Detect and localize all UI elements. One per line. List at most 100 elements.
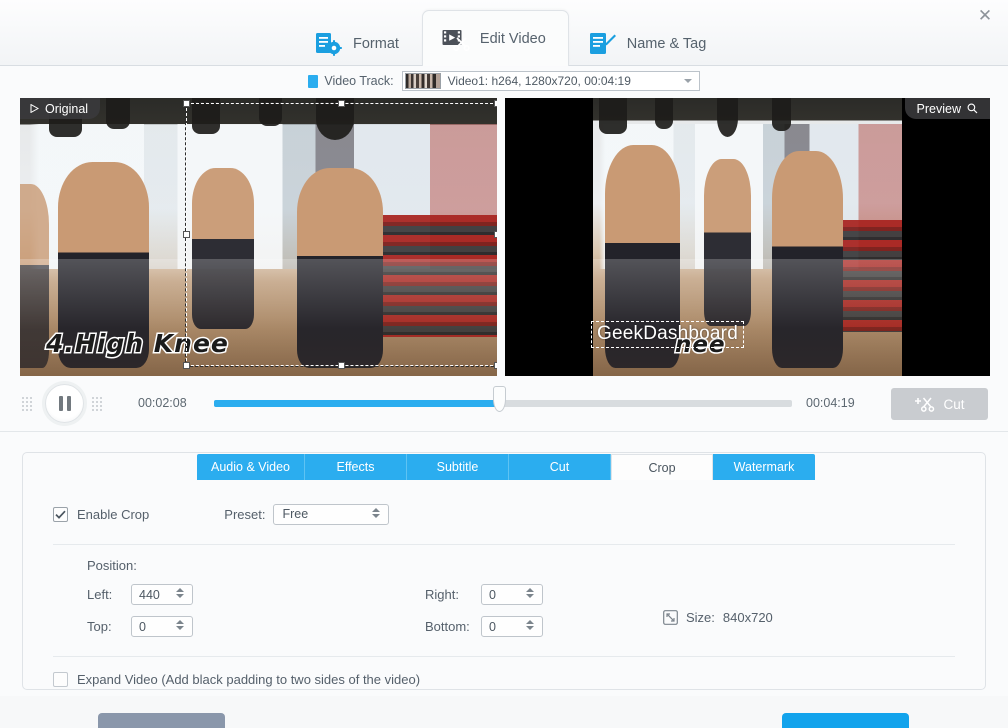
cancel-button[interactable] [98, 713, 225, 728]
enable-crop-label[interactable]: Enable Crop [77, 507, 149, 522]
total-time: 00:04:19 [806, 396, 855, 410]
video-track-select[interactable]: Video1: h264, 1280x720, 00:04:19 [401, 71, 700, 91]
resize-icon [663, 610, 678, 625]
drag-dots-right[interactable] [91, 396, 104, 412]
watermark-box[interactable]: GeekDashboard [591, 321, 744, 348]
bottom-value: 0 [489, 619, 496, 634]
bottom-input[interactable]: 0 [481, 616, 543, 637]
crop-handle-top-right[interactable] [494, 100, 497, 107]
crop-handle-bottom-center[interactable] [338, 362, 345, 369]
video-preview-area: 4.High Knee Original nee GeekDashboard P… [0, 98, 1008, 376]
ok-button[interactable] [782, 713, 909, 728]
top-stepper-icon[interactable] [176, 620, 184, 630]
expand-video-checkbox[interactable] [53, 672, 68, 687]
preview-tag-label: Preview [916, 101, 961, 116]
close-icon[interactable]: ✕ [970, 2, 1000, 30]
stepper-arrows-icon [372, 507, 381, 518]
seek-bar[interactable] [214, 386, 792, 412]
preview-video-pane[interactable]: nee GeekDashboard Preview [505, 98, 990, 376]
crop-handle-bottom-right[interactable] [494, 362, 497, 369]
seek-progress [214, 400, 499, 407]
drag-dots-left[interactable] [21, 396, 34, 412]
doc-pencil-icon [589, 33, 616, 54]
expand-video-row: Expand Video (Add black padding to two s… [53, 672, 955, 687]
tab-name-tag[interactable]: Name & Tag [569, 21, 730, 66]
top-input[interactable]: 0 [131, 616, 193, 637]
tab-format[interactable]: Format [295, 21, 422, 66]
current-time: 00:02:08 [138, 396, 187, 410]
film-scissors-icon [442, 29, 470, 51]
divider-bottom [53, 656, 955, 657]
top-label: Top: [87, 619, 112, 634]
tab-edit-video-label: Edit Video [479, 30, 546, 47]
crop-row-left-right: Left: 440 Right: 0 [87, 584, 955, 605]
magnifier-icon [967, 103, 978, 114]
subtab-cut-label: Cut [549, 460, 570, 474]
original-tag[interactable]: Original [20, 98, 101, 119]
letterbox-left [505, 98, 593, 376]
crop-handle-middle-right[interactable] [494, 230, 497, 238]
video-track-value: Video1: h264, 1280x720, 00:04:19 [447, 74, 631, 88]
crop-panel: Enable Crop Preset: Free Position: Left:… [22, 452, 986, 690]
subtab-cut[interactable]: Cut [509, 454, 611, 480]
add-scissors-icon [915, 397, 935, 412]
subtab-watermark-label: Watermark [733, 460, 795, 474]
right-stepper-icon[interactable] [526, 588, 534, 598]
crop-handle-top-center[interactable] [338, 100, 345, 107]
left-value: 440 [139, 587, 160, 602]
video-track-chip-icon [308, 74, 319, 88]
play-triangle-icon [30, 104, 39, 113]
subtab-effects[interactable]: Effects [305, 454, 407, 480]
right-input[interactable]: 0 [481, 584, 543, 605]
position-block: Position: Left: 440 Right: 0 Top: 0 Bott… [53, 558, 955, 637]
subtab-crop-label: Crop [648, 460, 676, 475]
crop-handle-bottom-left[interactable] [183, 362, 190, 369]
preset-label: Preset: [224, 506, 266, 522]
subtab-subtitle-label: Subtitle [436, 460, 479, 474]
crop-enable-row: Enable Crop Preset: Free [53, 501, 955, 527]
subtab-watermark[interactable]: Watermark [713, 454, 815, 480]
original-tag-label: Original [45, 101, 89, 116]
cut-button-label: Cut [943, 396, 965, 412]
cut-button[interactable]: Cut [891, 388, 988, 420]
chevron-down-icon [683, 79, 692, 83]
crop-panel-body: Enable Crop Preset: Free Position: Left:… [23, 479, 985, 689]
edit-video-dialog: Format Edit Video Name & Tag ✕ Video Tra… [0, 0, 1008, 728]
subtab-crop[interactable]: Crop [611, 454, 713, 480]
preview-tag[interactable]: Preview [904, 98, 990, 119]
format-doc-gear-icon [316, 33, 342, 56]
video-track-label-group: Video Track: [308, 74, 394, 88]
subtab-audio-video-label: Audio & Video [211, 460, 290, 474]
preset-select[interactable]: Free [273, 503, 390, 525]
subtab-effects-label: Effects [336, 460, 375, 474]
size-label: Size: [686, 610, 715, 625]
divider-top [53, 544, 955, 545]
tab-edit-video[interactable]: Edit Video [421, 10, 569, 66]
position-label: Position: [87, 558, 137, 573]
bottom-label: Bottom: [425, 619, 470, 634]
subtab-subtitle[interactable]: Subtitle [407, 454, 509, 480]
pause-icon[interactable] [45, 384, 84, 423]
subtab-audio-video[interactable]: Audio & Video [197, 454, 305, 480]
crop-selection-rect[interactable] [183, 100, 497, 369]
crop-handle-top-left[interactable] [183, 100, 190, 107]
original-video-pane[interactable]: 4.High Knee Original [20, 98, 497, 376]
top-value: 0 [139, 619, 146, 634]
size-value: 840x720 [722, 610, 773, 625]
left-stepper-icon[interactable] [176, 588, 184, 598]
crop-row-top-bottom: Top: 0 Bottom: 0 [87, 616, 955, 637]
edit-sub-tabs: Audio & Video Effects Subtitle Cut Crop … [197, 454, 815, 480]
bottom-stepper-icon[interactable] [526, 620, 534, 630]
top-tab-bar: Format Edit Video Name & Tag ✕ [0, 0, 1008, 66]
enable-crop-checkbox[interactable] [53, 506, 68, 522]
tab-format-label: Format [353, 36, 399, 52]
left-input[interactable]: 440 [131, 584, 193, 605]
right-label: Right: [425, 587, 459, 602]
seek-handle[interactable] [492, 386, 506, 412]
crop-handle-middle-left[interactable] [183, 230, 190, 238]
right-value: 0 [489, 587, 496, 602]
top-tabs: Format Edit Video Name & Tag [295, 10, 730, 66]
crop-size-display: Size: 840x720 [663, 610, 773, 625]
expand-video-label[interactable]: Expand Video (Add black padding to two s… [77, 672, 420, 687]
transport-bar: 00:02:08 00:04:19 [0, 376, 1008, 432]
